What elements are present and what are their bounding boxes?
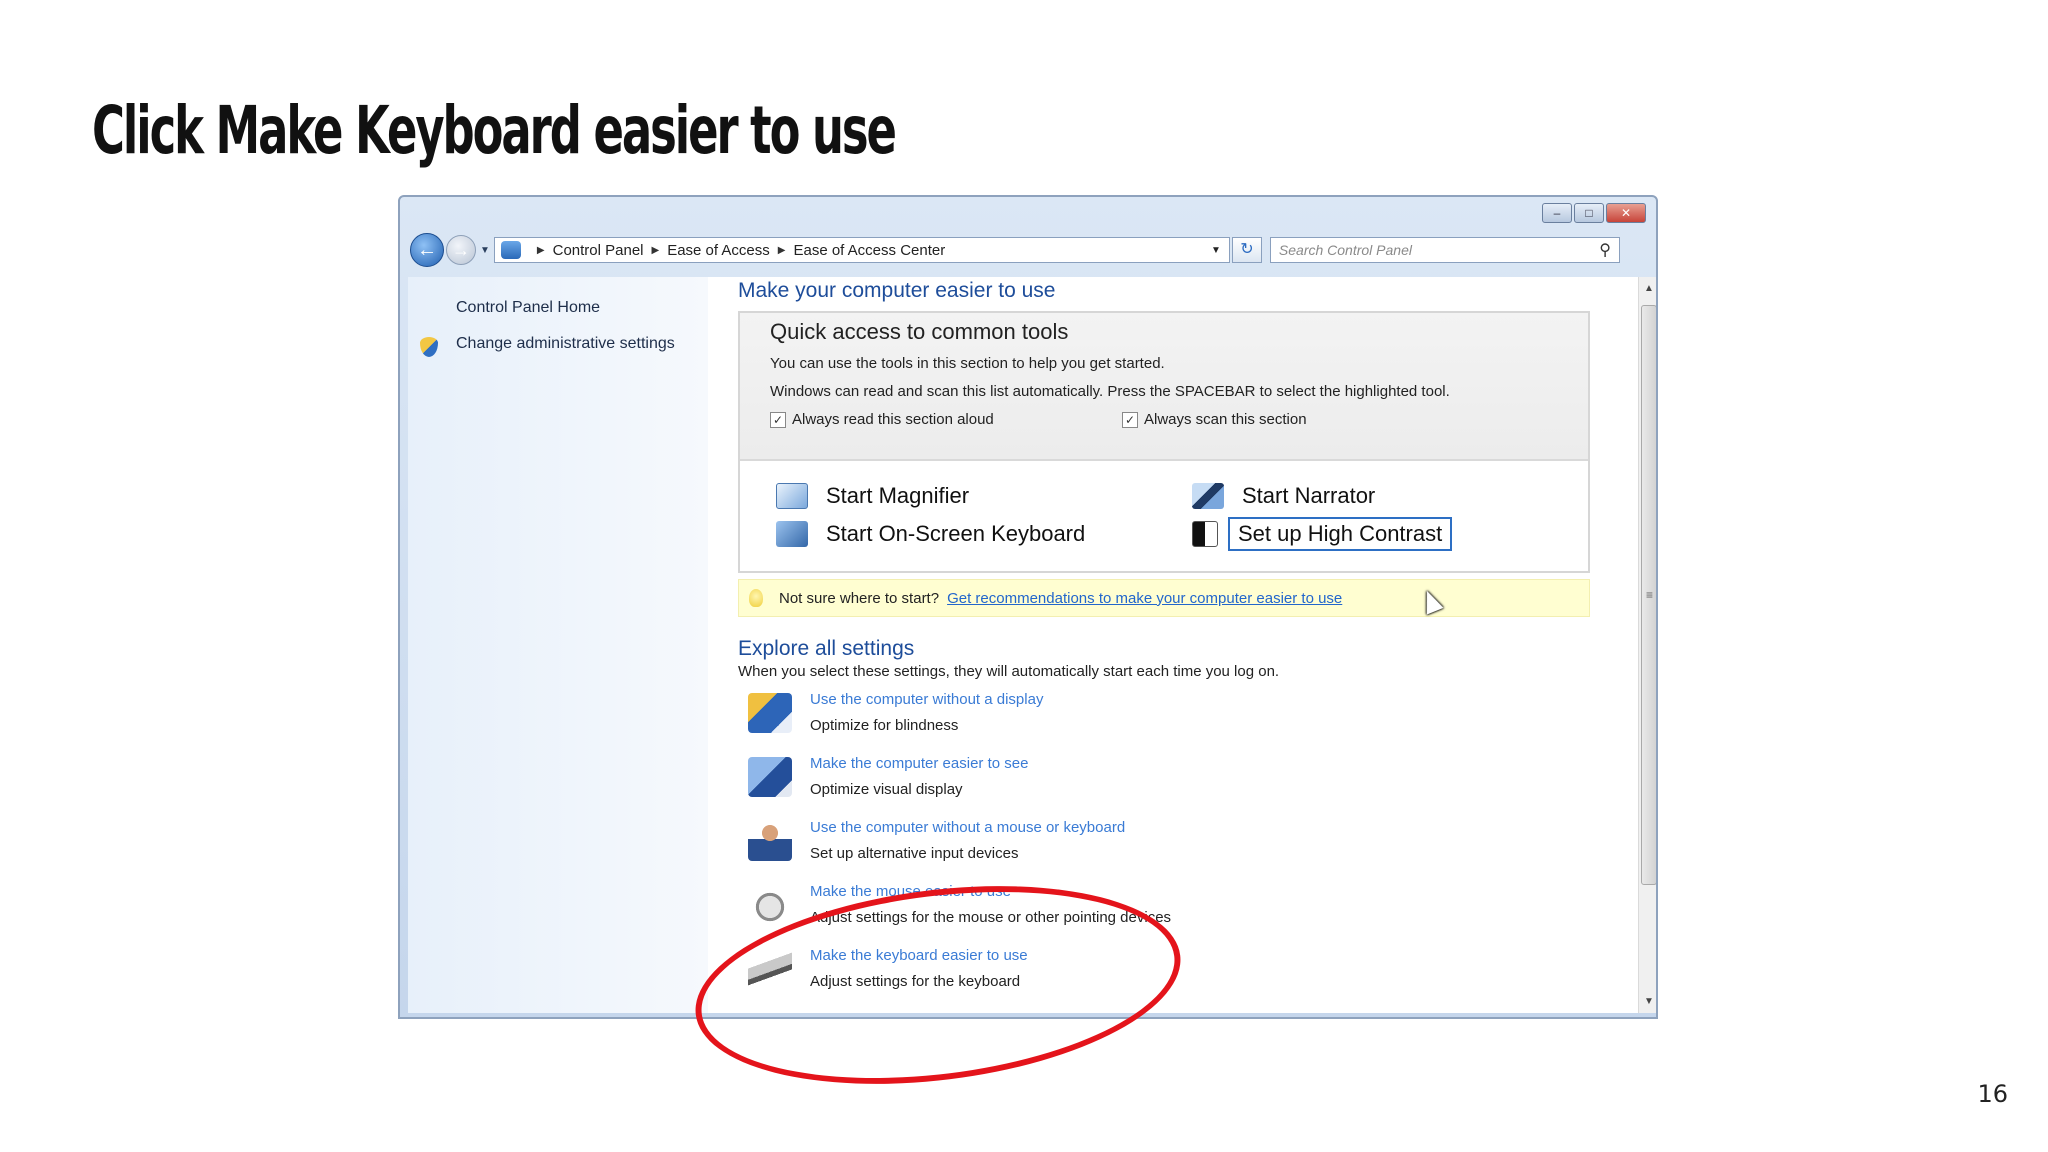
breadcrumb-ease-of-access-center[interactable]: Ease of Access Center — [793, 242, 945, 259]
sidebar: Control Panel Home Change administrative… — [408, 277, 708, 1013]
magnifier-icon — [776, 483, 808, 509]
blindness-icon — [748, 693, 792, 733]
checkmark-icon[interactable]: ✓ — [770, 411, 786, 428]
narrator-icon — [1192, 483, 1224, 509]
main-content: Make your computer easier to use Quick a… — [708, 277, 1638, 1013]
setting-item-easier-to-see[interactable]: Make the computer easier to see Optimize… — [748, 753, 1448, 811]
scan-section-checkbox[interactable]: ✓ Always scan this section — [1122, 411, 1307, 428]
slide-number: 16 — [1977, 1080, 2008, 1108]
scroll-thumb[interactable]: ≡ — [1641, 305, 1656, 885]
quick-access-intro: You can use the tools in this section to… — [770, 355, 1165, 372]
scroll-down-icon[interactable]: ▼ — [1644, 996, 1654, 1007]
title-bar: – □ ✕ — [400, 197, 1656, 231]
checkmark-icon[interactable]: ✓ — [1122, 411, 1138, 428]
quick-access-instructions: Windows can read and scan this list auto… — [770, 383, 1450, 400]
close-button[interactable]: ✕ — [1606, 203, 1646, 223]
explore-description: When you select these settings, they wil… — [738, 663, 1280, 680]
quick-access-title: Quick access to common tools — [770, 319, 1069, 344]
visual-display-icon — [748, 757, 792, 797]
tip-text: Not sure where to start? — [779, 589, 940, 607]
setting-link[interactable]: Use the computer without a display — [810, 691, 1043, 708]
back-button[interactable]: ← — [410, 233, 444, 267]
high-contrast-icon — [1192, 521, 1218, 547]
sidebar-item-control-panel-home[interactable]: Control Panel Home — [456, 299, 600, 317]
chevron-right-icon[interactable]: ▶ — [652, 245, 660, 256]
mouse-icon — [748, 885, 792, 925]
page-title: Make your computer easier to use — [738, 279, 1056, 302]
setting-link[interactable]: Make the computer easier to see — [810, 755, 1028, 772]
vertical-scrollbar[interactable]: ▲ ≡ ▼ — [1638, 277, 1656, 1013]
scan-section-label: Always scan this section — [1144, 411, 1307, 428]
search-placeholder: Search Control Panel — [1278, 242, 1412, 258]
start-on-screen-keyboard-button[interactable]: Start On-Screen Keyboard — [776, 521, 1085, 547]
navigation-bar: ← → ▼ ▶ Control Panel ▶ Ease of Access ▶… — [410, 233, 1646, 267]
window-controls: – □ ✕ — [1542, 203, 1646, 223]
on-screen-keyboard-icon — [776, 521, 808, 547]
chevron-right-icon[interactable]: ▶ — [778, 245, 786, 256]
slide-title: Click Make Keyboard easier to use — [92, 92, 897, 169]
start-narrator-button[interactable]: Start Narrator — [1192, 483, 1375, 509]
shield-icon — [420, 337, 438, 357]
grip-icon: ≡ — [1646, 588, 1654, 602]
maximize-button[interactable]: □ — [1574, 203, 1604, 223]
control-panel-icon — [500, 241, 521, 259]
read-aloud-label: Always read this section aloud — [792, 411, 994, 428]
setting-item-without-display[interactable]: Use the computer without a display Optim… — [748, 689, 1448, 747]
search-icon[interactable]: ⚲ — [1599, 240, 1611, 260]
quick-access-panel: Quick access to common tools You can use… — [738, 311, 1590, 573]
start-magnifier-button[interactable]: Start Magnifier — [776, 483, 969, 509]
setting-description: Set up alternative input devices — [810, 845, 1019, 862]
sidebar-item-admin-settings[interactable]: Change administrative settings — [456, 335, 675, 353]
start-narrator-label: Start Narrator — [1242, 483, 1376, 508]
recent-pages-icon[interactable]: ▼ — [480, 245, 490, 256]
recommendation-tip-bar: Not sure where to start? Get recommendat… — [738, 579, 1590, 617]
breadcrumb-ease-of-access[interactable]: Ease of Access — [667, 242, 770, 259]
chevron-right-icon[interactable]: ▶ — [537, 245, 545, 256]
scroll-up-icon[interactable]: ▲ — [1644, 283, 1654, 294]
start-osk-label: Start On-Screen Keyboard — [826, 521, 1086, 546]
lightbulb-icon — [749, 589, 763, 607]
read-aloud-checkbox[interactable]: ✓ Always read this section aloud — [770, 411, 994, 428]
setting-link[interactable]: Use the computer without a mouse or keyb… — [810, 819, 1125, 836]
forward-button[interactable]: → — [446, 235, 476, 265]
high-contrast-button[interactable]: Set up High Contrast — [1192, 517, 1453, 551]
setting-description: Optimize for blindness — [810, 717, 959, 734]
quick-access-header: Quick access to common tools You can use… — [740, 313, 1588, 461]
explore-heading: Explore all settings — [738, 637, 915, 660]
address-bar[interactable]: ▶ Control Panel ▶ Ease of Access ▶ Ease … — [493, 237, 1230, 263]
refresh-icon[interactable]: ↻ — [1231, 237, 1262, 263]
search-input[interactable]: Search Control Panel ⚲ — [1269, 237, 1620, 263]
breadcrumb-control-panel[interactable]: Control Panel — [553, 242, 644, 259]
setting-description: Optimize visual display — [810, 781, 963, 798]
minimize-button[interactable]: – — [1542, 203, 1572, 223]
recommendations-link[interactable]: Get recommendations to make your compute… — [947, 590, 1342, 607]
start-magnifier-label: Start Magnifier — [826, 483, 970, 508]
alt-input-icon — [748, 821, 792, 861]
setting-item-without-mouse-keyboard[interactable]: Use the computer without a mouse or keyb… — [748, 817, 1448, 875]
address-dropdown-icon[interactable]: ▼ — [1211, 245, 1221, 256]
high-contrast-label: Set up High Contrast — [1228, 517, 1453, 551]
